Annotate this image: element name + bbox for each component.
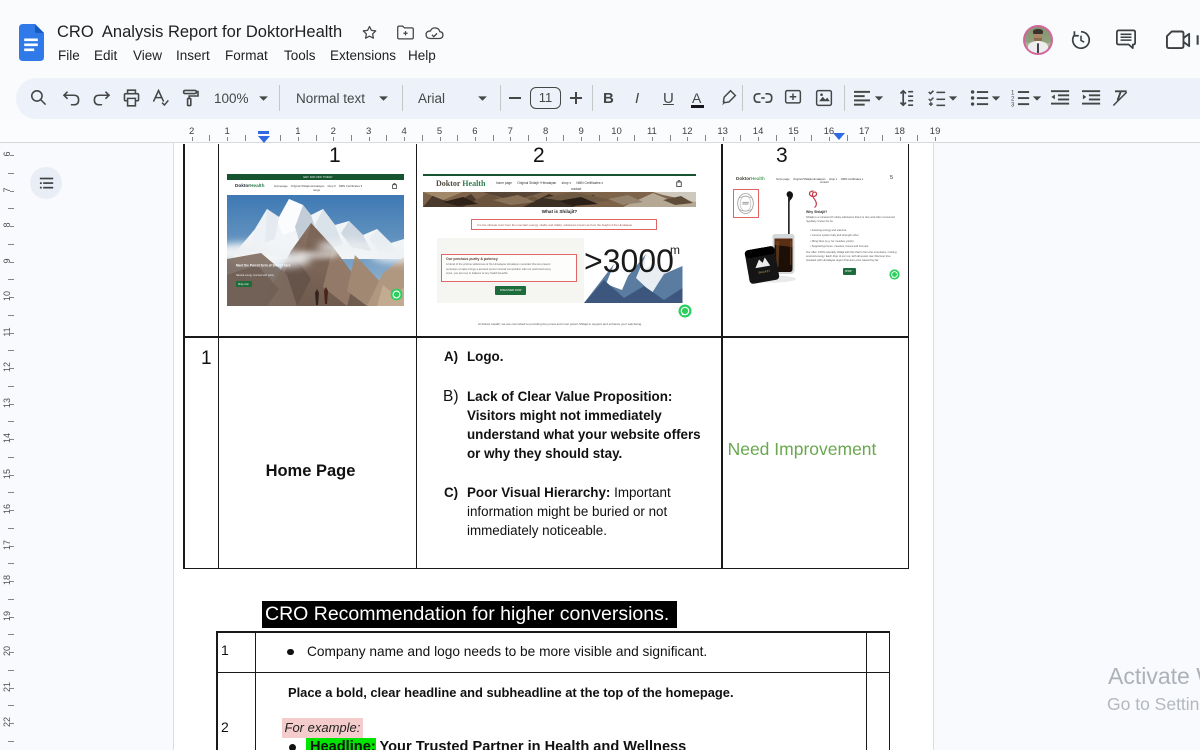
svg-text:Natural energy sourced with pu: Natural energy sourced with purity	[236, 274, 275, 277]
svg-text:3: 3	[1011, 103, 1015, 107]
svg-text:1: 1	[1011, 91, 1015, 97]
svg-text:Shop now: Shop now	[238, 283, 249, 286]
svg-text:>3000: >3000	[584, 243, 674, 279]
svg-text:2: 2	[1011, 97, 1015, 103]
svg-text:Meet the Purest form of Shilaj: Meet the Purest form of Shilajit here	[236, 263, 291, 267]
svg-text:m: m	[670, 243, 680, 257]
